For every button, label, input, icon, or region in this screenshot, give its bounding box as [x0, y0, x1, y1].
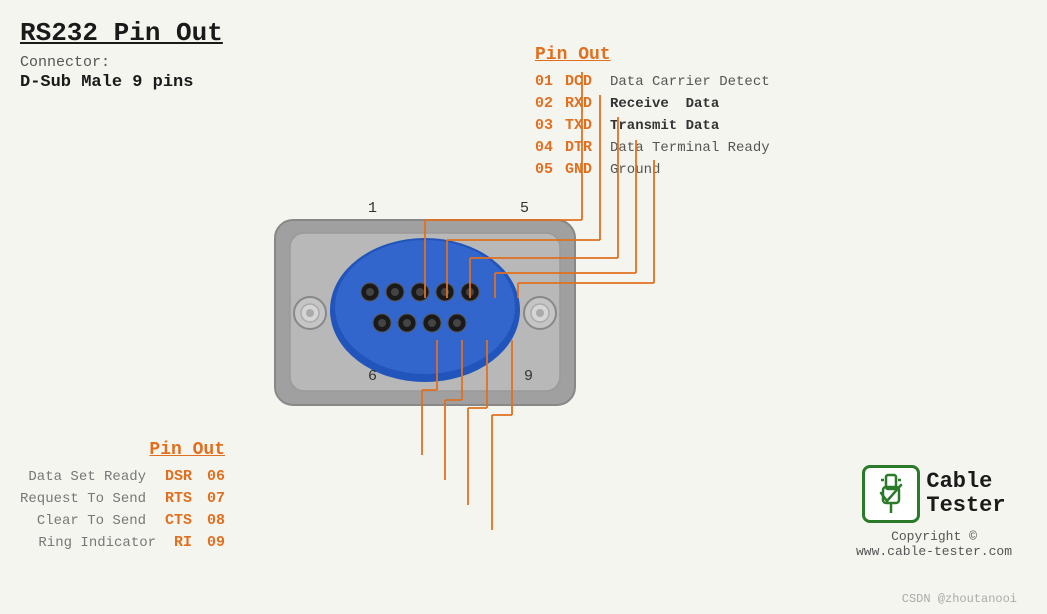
pin-row-05: 05 GND Ground: [535, 161, 770, 178]
logo-icon: [862, 465, 920, 523]
watermark: CSDN @zhoutanooi: [902, 592, 1017, 606]
pin-row-03: 03 TXD Transmit Data: [535, 117, 770, 134]
pin-row-07: Request To Send RTS 07: [20, 490, 225, 507]
connector-diagram: [255, 185, 595, 445]
pin-num-08: 08: [197, 512, 225, 529]
pin-desc-rxd: Receive Data: [610, 96, 719, 112]
pin-num-05: 05: [535, 161, 565, 178]
pin-abbr-dcd: DCD: [565, 73, 610, 90]
pin-num-06: 06: [197, 468, 225, 485]
pin-abbr-rts: RTS: [154, 490, 192, 507]
cable-tester-logo: Cable Tester Copyright © www.cable-teste…: [856, 465, 1012, 559]
pin-row-06: Data Set Ready DSR 06: [20, 468, 225, 485]
pin-num-01: 01: [535, 73, 565, 90]
pin-out-title-top: Pin Out: [535, 45, 770, 65]
pin-desc-cts: Clear To Send: [37, 513, 146, 529]
pin-desc-dcd: Data Carrier Detect: [610, 74, 770, 90]
logo-cable: Cable: [926, 470, 1005, 494]
pin-num-02: 02: [535, 95, 565, 112]
pin-num-09: 09: [197, 534, 225, 551]
main-title: RS232 Pin Out: [20, 18, 223, 48]
pin-num-07: 07: [197, 490, 225, 507]
plug-icon: [873, 473, 909, 515]
pin-label-6: 6: [368, 368, 377, 385]
pin-out-title-bottom: Pin Out: [20, 440, 225, 460]
pin-row-08: Clear To Send CTS 08: [20, 512, 225, 529]
pin-num-03: 03: [535, 117, 565, 134]
pin-desc-dsr: Data Set Ready: [28, 469, 146, 485]
logo-tester: Tester: [926, 494, 1005, 518]
pin-row-04: 04 DTR Data Terminal Ready: [535, 139, 770, 156]
pin-row-09: Ring Indicator RI 09: [20, 534, 225, 551]
pin-label-5: 5: [520, 200, 529, 217]
pin-label-1: 1: [368, 200, 377, 217]
title-area: RS232 Pin Out Connector: D-Sub Male 9 pi…: [20, 18, 223, 92]
pin-out-top: Pin Out 01 DCD Data Carrier Detect 02 RX…: [535, 45, 770, 183]
pin-label-9: 9: [524, 368, 533, 385]
connector-label: Connector:: [20, 54, 223, 71]
pin-desc-gnd: Ground: [610, 162, 660, 178]
pin-desc-rts: Request To Send: [20, 491, 146, 507]
pin-num-04: 04: [535, 139, 565, 156]
copyright-text: Copyright ©: [856, 529, 1012, 544]
pin-desc-dtr: Data Terminal Ready: [610, 140, 770, 156]
pin-abbr-gnd: GND: [565, 161, 610, 178]
pin-out-bottom: Pin Out Data Set Ready DSR 06 Request To…: [20, 440, 225, 556]
pin-row-02: 02 RXD Receive Data: [535, 95, 770, 112]
pin-row-01: 01 DCD Data Carrier Detect: [535, 73, 770, 90]
pin-abbr-cts: CTS: [154, 512, 192, 529]
pin-desc-txd: Transmit Data: [610, 118, 719, 134]
logo-text: Cable Tester: [926, 470, 1005, 518]
pin-abbr-rxd: RXD: [565, 95, 610, 112]
pin-abbr-dsr: DSR: [154, 468, 192, 485]
pin-abbr-dtr: DTR: [565, 139, 610, 156]
pin-abbr-ri: RI: [164, 534, 192, 551]
website-text: www.cable-tester.com: [856, 544, 1012, 559]
connector-type: D-Sub Male 9 pins: [20, 73, 223, 92]
pin-desc-ri: Ring Indicator: [38, 535, 156, 551]
pin-abbr-txd: TXD: [565, 117, 610, 134]
